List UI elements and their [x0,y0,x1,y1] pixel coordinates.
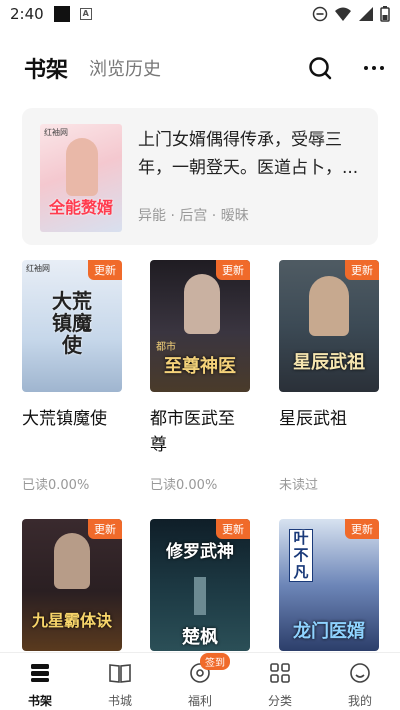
app-notification-icon: A [79,8,92,20]
status-bar: 2:40 A [0,0,400,28]
book-progress: 已读0.00% [22,478,90,493]
cover-title: 楚枫 [182,627,218,648]
featured-description: 上门女婿偶得传承，受辱三年，一朝登天。医道占卜，... [138,130,359,178]
tab-browse-history[interactable]: 浏览历史 [89,55,161,81]
tab-label: 我的 [347,694,372,708]
featured-book-card[interactable]: 红袖网 全能赘婿 上门女婿偶得传承，受辱三年，一朝登天。医道占卜，... 异能 … [22,108,378,245]
header: 书架 浏览历史 [0,46,400,90]
cover-title: 全能赘婿 [48,198,113,217]
search-icon[interactable] [306,54,334,82]
book-item[interactable]: 都市 更新 至尊神医 都市医武至尊 [150,260,250,458]
grid-icon [270,663,290,683]
tab-bookshelf[interactable]: 书架 [24,52,68,84]
smiley-profile-icon [350,663,370,683]
featured-book-cover: 红袖网 全能赘婿 [40,124,122,232]
dnd-icon [312,6,328,22]
battery-icon [380,6,390,22]
cover-title: 九星霸体诀 [31,611,112,630]
update-badge: 更新 [216,260,250,280]
cover-title-top: 修罗武神 [166,542,234,562]
tab-bar-bookstore[interactable]: 书城 [90,661,150,709]
tab-label: 书城 [107,694,132,708]
cover-figure [194,577,206,615]
book-progress: 未读过 [279,478,319,493]
cover-brand: 都市 [156,342,176,353]
cover-title: 龙门医婿 [293,621,365,642]
book-title: 都市医武至尊 [150,409,235,455]
book-progress: 已读0.00% [150,478,218,493]
cover-figure [54,533,90,589]
update-badge: 更新 [216,519,250,539]
more-options-icon[interactable] [360,54,388,82]
tab-bar-category[interactable]: 分类 [250,661,310,709]
book-item[interactable]: 更新 修罗武神 楚枫 [150,519,250,651]
signal-icon [359,7,373,21]
update-badge: 更新 [88,519,122,539]
tab-label: 书架 [27,694,52,708]
wifi-icon [335,7,351,21]
cover-title-top: 叶不凡 [289,529,313,582]
cover-title: 至尊神医 [164,356,236,377]
notification-icon [53,6,70,22]
book-item[interactable]: 更新 九星霸体诀 [22,519,122,651]
status-time: 2:40 [10,5,44,23]
cover-title: 星辰武祖 [293,352,365,373]
book-item[interactable]: 红袖网 更新 大荒镇魔使 大荒镇魔使 [22,260,122,432]
bottom-tab-bar: 书架 书城 签到 福利 分类 我的 [0,652,400,710]
tab-bar-mine[interactable]: 我的 [330,661,390,709]
tab-bar-welfare[interactable]: 签到 福利 [170,653,230,709]
book-item[interactable]: 更新 叶不凡 龙门医婿 [279,519,379,651]
featured-tags: 异能 · 后宫 · 暧昧 [138,208,249,224]
book-cover: 红袖网 更新 大荒镇魔使 [22,260,122,392]
cover-brand: 红袖网 [44,128,68,137]
book-cover: 更新 九星霸体诀 [22,519,122,651]
bookshelf-icon [31,664,49,682]
book-title: 大荒镇魔使 [22,409,107,429]
cover-brand: 红袖网 [26,264,50,273]
update-badge: 更新 [345,519,379,539]
cover-figure [309,276,349,336]
open-book-icon [109,664,131,683]
update-badge: 更新 [88,260,122,280]
sign-in-badge: 签到 [200,653,230,670]
book-cover: 都市 更新 至尊神医 [150,260,250,392]
book-cover: 更新 修罗武神 楚枫 [150,519,250,651]
tab-label: 分类 [267,694,292,708]
book-cover: 更新 叶不凡 龙门医婿 [279,519,379,651]
cover-figure [66,138,98,196]
update-badge: 更新 [345,260,379,280]
tab-label: 福利 [187,694,212,708]
book-title: 星辰武祖 [279,409,347,429]
book-cover: 更新 星辰武祖 [279,260,379,392]
tab-bar-bookshelf[interactable]: 书架 [10,661,70,709]
book-item[interactable]: 更新 星辰武祖 星辰武祖 [279,260,379,432]
cover-title: 大荒镇魔使 [52,289,92,357]
cover-figure [184,274,220,334]
